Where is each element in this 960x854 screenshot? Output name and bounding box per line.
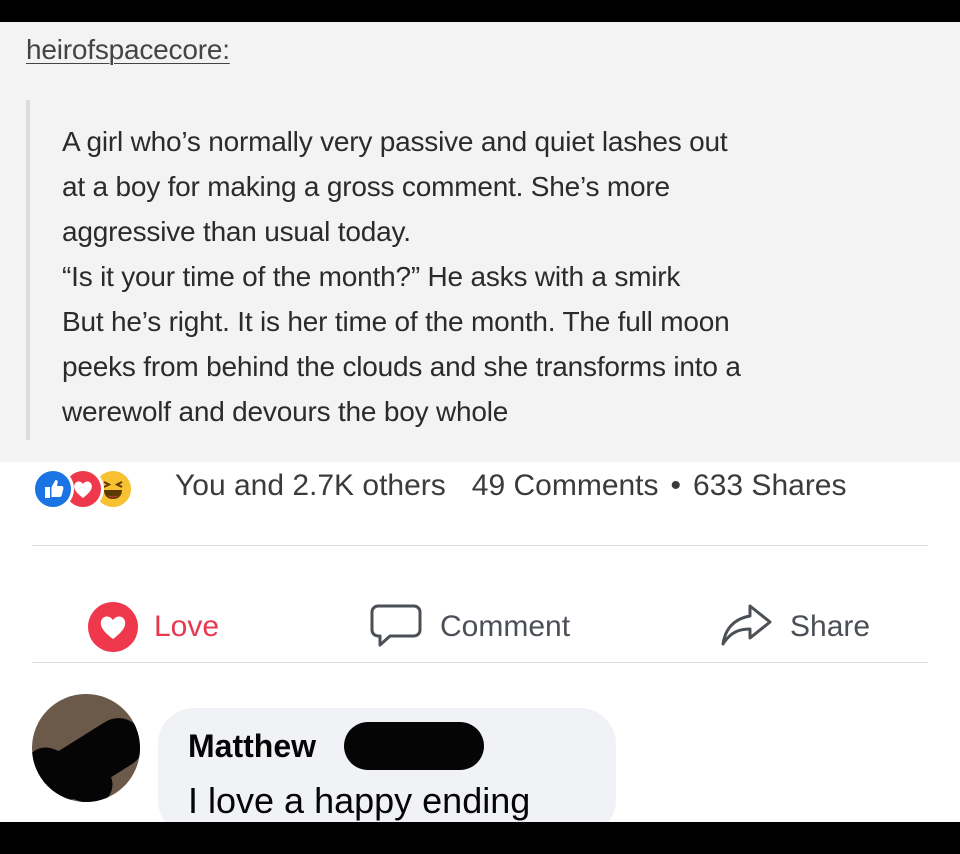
- stats-separator: •: [670, 469, 682, 502]
- redaction-mark: [344, 722, 484, 770]
- divider: [32, 662, 928, 663]
- shares-count[interactable]: 633 Shares: [693, 469, 846, 502]
- comment-label: Comment: [440, 610, 571, 643]
- post-stats: 49 Comments • 633 Shares: [472, 469, 847, 503]
- comments-count[interactable]: 49 Comments: [472, 469, 659, 502]
- post-line: aggressive than usual today.: [62, 216, 411, 247]
- screenshot-frame: heirofspacecore: A girl who’s normally v…: [0, 0, 960, 854]
- love-icon: [88, 602, 138, 652]
- comment-icon: [370, 600, 424, 655]
- reaction-icons[interactable]: [32, 464, 167, 510]
- love-button[interactable]: Love: [88, 602, 219, 652]
- like-icon: [32, 468, 74, 510]
- tumblr-post-image: heirofspacecore: A girl who’s normally v…: [0, 22, 960, 462]
- post-body: A girl who’s normally very passive and q…: [62, 119, 942, 434]
- post-card: heirofspacecore: A girl who’s normally v…: [0, 22, 960, 822]
- post-line: at a boy for making a gross comment. She…: [62, 171, 670, 202]
- reaction-summary-text[interactable]: You and 2.7K others: [175, 469, 446, 503]
- love-label: Love: [154, 610, 220, 643]
- comment-text: I love a happy ending: [188, 780, 531, 821]
- share-button[interactable]: Share: [718, 602, 870, 652]
- post-line: “Is it your time of the month?” He asks …: [62, 261, 681, 292]
- action-bar: Love Comment Share: [0, 578, 960, 674]
- comment-button[interactable]: Comment: [370, 602, 570, 652]
- post-line: But he’s right. It is her time of the mo…: [62, 306, 730, 337]
- post-line: werewolf and devours the boy whole: [62, 396, 509, 427]
- share-label: Share: [790, 610, 871, 643]
- comment-author[interactable]: Matthew: [188, 728, 316, 765]
- divider: [32, 545, 928, 546]
- post-line: peeks from behind the clouds and she tra…: [62, 351, 741, 382]
- avatar[interactable]: [32, 694, 140, 802]
- comment-bubble: Matthew I love a happy ending: [158, 708, 616, 822]
- post-line: A girl who’s normally very passive and q…: [62, 126, 728, 157]
- reactions-summary: You and 2.7K others 49 Comments • 633 Shar…: [32, 462, 932, 510]
- post-username[interactable]: heirofspacecore:: [26, 34, 230, 66]
- quote-bar: [26, 100, 30, 440]
- share-icon: [718, 600, 774, 655]
